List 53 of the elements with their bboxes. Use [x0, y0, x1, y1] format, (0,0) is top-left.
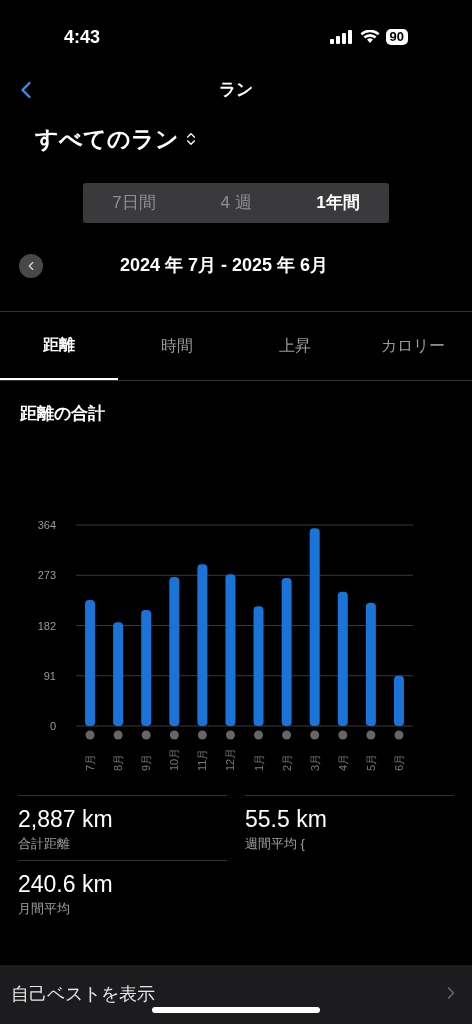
personal-records-row[interactable]: 自己ベストを表示 [0, 965, 472, 1024]
section-title: 距離の合計 [20, 402, 105, 425]
x-axis-label: 1月 [252, 753, 265, 771]
previous-period-button[interactable] [19, 253, 43, 278]
x-axis-label: 7月 [84, 753, 97, 771]
point-marker [254, 730, 264, 740]
point-marker [394, 730, 404, 740]
clock-time: 4:43 [64, 25, 101, 49]
point-marker [310, 730, 320, 740]
x-axis-label: 8月 [112, 753, 125, 771]
screen-title: ラン [219, 79, 253, 102]
x-axis-label: 10月 [168, 747, 181, 771]
stat-value: 2,887 km [18, 805, 114, 834]
y-axis-label: 91 [43, 669, 56, 682]
point-marker [85, 730, 95, 740]
stat-label: 月間平均 [18, 899, 71, 918]
y-axis-label: 0 [49, 720, 56, 732]
metric-tab[interactable]: 上昇 [236, 311, 354, 380]
x-axis-label: 2月 [280, 753, 293, 771]
point-marker [141, 730, 151, 740]
bar [393, 675, 404, 726]
stat-value: 55.5 km [245, 805, 328, 834]
y-axis-label: 364 [37, 519, 56, 531]
x-axis-label: 6月 [392, 753, 405, 771]
point-marker [225, 730, 235, 740]
date-range: 2024 年 7月 - 2025 年 6月 [120, 254, 329, 277]
stat-value: 240.6 km [18, 869, 114, 899]
y-axis-label: 273 [37, 569, 56, 582]
x-axis-label: 9月 [140, 753, 153, 771]
y-axis-label: 182 [37, 619, 56, 632]
x-axis-label: 4月 [336, 753, 349, 771]
point-marker [338, 730, 348, 740]
metric-tab[interactable]: カロリー [354, 311, 472, 380]
period-tab[interactable]: 4 週 [185, 189, 287, 216]
point-marker [197, 730, 207, 740]
point-marker [113, 730, 123, 740]
x-axis-label: 12月 [224, 747, 237, 771]
point-marker [169, 730, 179, 740]
metric-tab[interactable]: 距離 [0, 311, 118, 380]
period-tab[interactable]: 1年間 [287, 189, 389, 216]
stat-label: 週間平均 { [245, 835, 306, 853]
metric-tab[interactable]: 時間 [118, 311, 236, 380]
period-tab[interactable]: 7日間 [83, 189, 185, 216]
x-axis-label: 3月 [308, 753, 321, 771]
wifi-icon [359, 30, 380, 44]
stat-label: 合計距離 [18, 835, 71, 853]
x-axis-label: 5月 [364, 753, 377, 771]
point-marker [282, 730, 292, 740]
signal-icon [329, 30, 354, 44]
battery-level: 90 [385, 29, 408, 45]
run-filter-dropdown[interactable]: すべてのラン [35, 122, 199, 157]
x-axis-label: 11月 [196, 748, 209, 771]
point-marker [366, 730, 376, 740]
